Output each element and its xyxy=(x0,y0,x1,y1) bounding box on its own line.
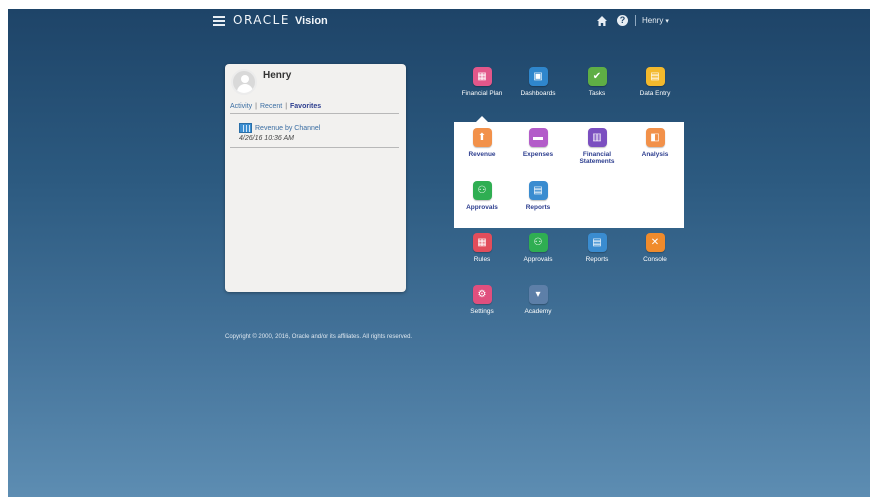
tile-tasks[interactable]: ✔ Tasks xyxy=(567,67,627,97)
academy-icon: ▾ xyxy=(528,285,548,304)
tile-label: Data Entry xyxy=(639,90,671,97)
user-menu-label: Henry xyxy=(642,16,664,25)
profile-card: Henry Activity | Recent | Favorites Reve… xyxy=(225,64,406,292)
tile-revenue[interactable]: ⬆ Revenue xyxy=(452,128,512,158)
tile-label: Rules xyxy=(473,256,491,263)
approvals-icon: ⚇ xyxy=(528,233,548,252)
tasks-icon: ✔ xyxy=(587,67,607,86)
favorite-item-label: Revenue by Channel xyxy=(255,124,321,132)
reports-icon: ▤ xyxy=(528,181,548,200)
tile-label: Expenses xyxy=(522,151,554,158)
tile-reports[interactable]: ▤ Reports xyxy=(567,233,627,263)
tile-label: Financial Plan xyxy=(461,90,503,97)
data-entry-icon: ▤ xyxy=(645,67,665,86)
tile-label: Settings xyxy=(470,308,494,315)
avatar xyxy=(231,69,257,95)
application-screen: ORACLE Vision ? Henry ▾ Henry Activity |… xyxy=(8,9,870,497)
grid-report-icon xyxy=(239,123,252,133)
tile-label: Reports xyxy=(585,256,609,263)
financial-plan-submenu-panel: ⬆ Revenue ▬ Expenses ▥ Financial Statements ◧ A… xyxy=(454,122,684,228)
copyright-text: Copyright © 2000, 2016, Oracle and/or it… xyxy=(225,334,413,340)
console-icon: ✕ xyxy=(645,233,665,252)
tile-academy[interactable]: ▾ Academy xyxy=(508,285,568,315)
tile-settings[interactable]: ⚙ Settings xyxy=(452,285,512,315)
activity-tabs: Activity | Recent | Favorites xyxy=(230,103,321,110)
tile-approvals[interactable]: ⚇ Approvals xyxy=(452,181,512,211)
hamburger-menu-icon[interactable] xyxy=(213,16,225,26)
oracle-vision-logo: ORACLE Vision xyxy=(233,13,328,27)
analysis-icon: ◧ xyxy=(645,128,665,147)
tile-rules[interactable]: ▦ Rules xyxy=(452,233,512,263)
app-name: Vision xyxy=(294,15,328,27)
tile-data-entry[interactable]: ▤ Data Entry xyxy=(625,67,685,97)
oracle-logo-text: ORACLE xyxy=(233,13,290,27)
revenue-icon: ⬆ xyxy=(472,128,492,147)
tile-label: Tasks xyxy=(588,90,606,97)
expenses-icon: ▬ xyxy=(528,128,548,147)
divider xyxy=(230,113,399,114)
tile-label: Approvals xyxy=(523,256,553,263)
tile-label: Dashboards xyxy=(520,90,556,97)
toolbar-divider xyxy=(635,15,636,26)
financial-statements-icon: ▥ xyxy=(587,128,607,147)
tile-dashboards[interactable]: ▣ Dashboards xyxy=(508,67,568,97)
top-bar: ORACLE Vision ? Henry ▾ xyxy=(8,9,870,35)
tile-financial-plan[interactable]: ▦ Financial Plan xyxy=(452,67,512,97)
favorite-item[interactable]: Revenue by Channel xyxy=(239,123,320,133)
tile-label: Approvals xyxy=(466,204,498,211)
tile-label: Financial Statements xyxy=(579,151,615,166)
tab-recent[interactable]: Recent xyxy=(260,103,282,110)
rules-icon: ▦ xyxy=(472,233,492,252)
home-icon[interactable] xyxy=(596,15,608,27)
tab-separator: | xyxy=(255,103,257,110)
tile-label: Reports xyxy=(525,204,551,211)
help-icon[interactable]: ? xyxy=(617,15,628,26)
tab-activity[interactable]: Activity xyxy=(230,103,252,110)
tile-approvals[interactable]: ⚇ Approvals xyxy=(508,233,568,263)
tile-label: Console xyxy=(643,256,667,263)
user-menu[interactable]: Henry ▾ xyxy=(642,16,669,25)
profile-user-name: Henry xyxy=(263,70,292,81)
settings-icon: ⚙ xyxy=(472,285,492,304)
tab-separator: | xyxy=(285,103,288,110)
reports-icon: ▤ xyxy=(587,233,607,252)
tile-financial-statements[interactable]: ▥ Financial Statements xyxy=(567,128,627,166)
tile-analysis[interactable]: ◧ Analysis xyxy=(625,128,685,158)
tile-console[interactable]: ✕ Console xyxy=(625,233,685,263)
dashboards-icon: ▣ xyxy=(528,67,548,86)
approvals-icon: ⚇ xyxy=(472,181,492,200)
tile-reports[interactable]: ▤ Reports xyxy=(508,181,568,211)
tab-favorites[interactable]: Favorites xyxy=(290,103,321,110)
tile-label: Academy xyxy=(524,308,552,315)
tile-label: Analysis xyxy=(641,151,669,158)
tile-label: Revenue xyxy=(468,151,496,158)
financial-plan-icon: ▦ xyxy=(472,67,492,86)
divider xyxy=(230,147,399,148)
favorite-item-date: 4/26/16 10:36 AM xyxy=(239,135,295,142)
tile-expenses[interactable]: ▬ Expenses xyxy=(508,128,568,158)
chevron-down-icon: ▾ xyxy=(665,17,669,25)
